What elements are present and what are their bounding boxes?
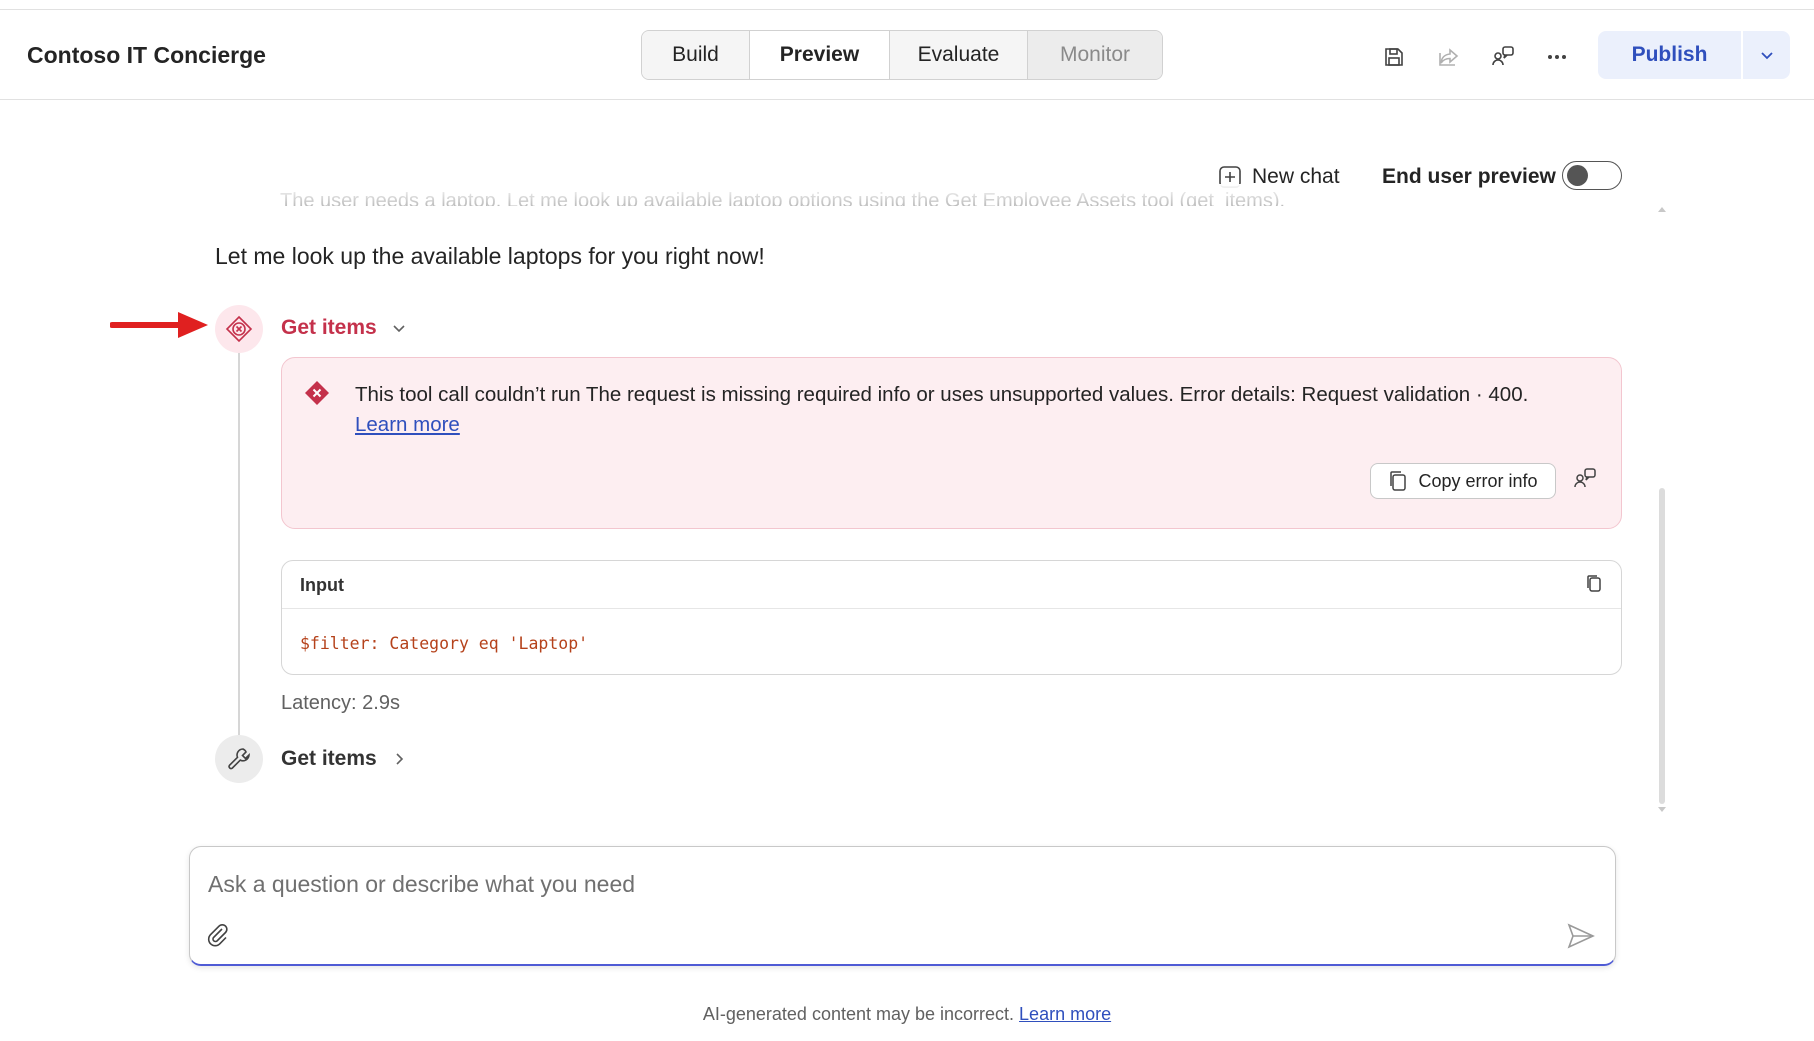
assistant-message: Let me look up the available laptops for… (215, 243, 765, 269)
error-step-icon (215, 305, 263, 353)
step-get-items[interactable]: Get items (281, 747, 407, 771)
error-icon (305, 381, 329, 405)
step-get-items-error[interactable]: Get items (281, 316, 407, 340)
scroll-up-arrow[interactable] (1657, 205, 1667, 213)
publish-dropdown-button[interactable] (1743, 31, 1790, 79)
faded-reasoning-line: The user needs a laptop. Let me look up … (280, 190, 1286, 206)
chevron-down-icon (1760, 52, 1773, 60)
error-diamond-icon (225, 315, 253, 343)
tab-evaluate[interactable]: Evaluate (890, 31, 1028, 79)
ai-disclaimer: AI-generated content may be incorrect. L… (0, 1004, 1814, 1025)
error-text: This tool call couldn’t run The request … (355, 380, 1585, 440)
error-learn-more-link[interactable]: Learn more (355, 413, 460, 436)
feedback-icon[interactable] (1488, 42, 1518, 72)
latency-text: Latency: 2.9s (281, 692, 400, 714)
tool-step-icon (215, 735, 263, 783)
chat-composer[interactable]: Ask a question or describe what you need (189, 846, 1616, 966)
more-icon[interactable] (1542, 42, 1572, 72)
ai-disclaimer-learn-more-link[interactable]: Learn more (1019, 1004, 1111, 1024)
tool-input-label: Input (300, 575, 344, 595)
header: Contoso IT Concierge Build Preview Evalu… (0, 10, 1814, 100)
error-message-box: This tool call couldn’t run The request … (281, 357, 1622, 529)
attach-icon[interactable] (206, 923, 230, 947)
red-arrow-annotation (110, 312, 208, 338)
toggle-knob (1567, 165, 1588, 186)
copy-icon[interactable] (1585, 574, 1603, 594)
save-icon[interactable] (1379, 42, 1409, 72)
wrench-icon (228, 748, 250, 770)
chevron-down-icon (393, 325, 405, 333)
copy-error-info-label: Copy error info (1418, 470, 1538, 491)
tab-monitor[interactable]: Monitor (1028, 31, 1162, 79)
tool-input-box: Input $filter: Category eq 'Laptop' (281, 560, 1622, 675)
share-icon[interactable] (1434, 42, 1464, 72)
faded-reasoning-text: The user needs a laptop. Let me look up … (280, 184, 1330, 206)
timeline-connector (238, 353, 240, 735)
tool-input-header: Input (282, 561, 1621, 609)
composer-placeholder[interactable]: Ask a question or describe what you need (208, 871, 635, 898)
tab-preview[interactable]: Preview (750, 31, 890, 79)
step-title: Get items (281, 316, 377, 339)
tool-input-code: $filter: Category eq 'Laptop' (300, 634, 589, 653)
step-title: Get items (281, 747, 377, 770)
error-description: This tool call couldn’t run The request … (355, 383, 1529, 406)
error-feedback-icon[interactable] (1572, 466, 1598, 497)
copy-error-info-button[interactable]: Copy error info (1370, 463, 1556, 499)
copy-icon (1390, 471, 1407, 491)
tab-build[interactable]: Build (642, 31, 750, 79)
end-user-preview-toggle[interactable] (1562, 161, 1622, 190)
ai-disclaimer-text: AI-generated content may be incorrect. (702, 1004, 1020, 1024)
chat-scrollbar[interactable] (1659, 488, 1665, 804)
top-strip (0, 0, 1814, 10)
app-title: Contoso IT Concierge (27, 42, 266, 68)
publish-button[interactable]: Publish (1598, 31, 1741, 79)
send-icon[interactable] (1567, 923, 1595, 949)
scroll-down-arrow[interactable] (1657, 806, 1667, 814)
mode-tabs: Build Preview Evaluate Monitor (641, 30, 1163, 80)
chevron-right-icon (396, 753, 403, 765)
end-user-preview-label: End user preview (1382, 165, 1556, 188)
